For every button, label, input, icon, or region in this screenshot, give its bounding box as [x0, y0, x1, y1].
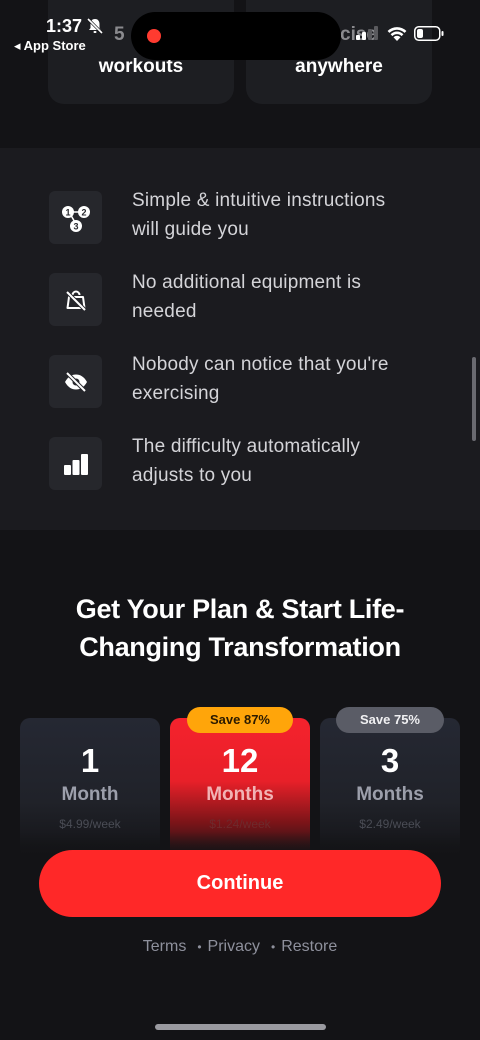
plan-title-line: Get Your Plan & Start Life- — [75, 594, 405, 624]
status-time: 1:37 — [46, 16, 83, 36]
feature-text-line: Simple & intuitive instructions — [132, 190, 386, 211]
back-to-app-store-link[interactable]: ◂ App Store — [14, 38, 86, 54]
feature-text: No additional equipment is needed — [132, 268, 432, 326]
features-section: 1 2 3 Simple & intuitive instructions wi… — [0, 148, 480, 530]
feature-text-line: needed — [132, 301, 197, 322]
feature-text-line: No additional equipment is — [132, 272, 362, 293]
svg-text:1: 1 — [65, 207, 70, 217]
link-separator: • — [270, 940, 276, 954]
svg-text:3: 3 — [73, 221, 78, 231]
scrollbar[interactable] — [472, 357, 476, 441]
feature-item-unnoticeable: Nobody can notice that you're exercising — [0, 350, 480, 420]
plan-price: $1.24/week — [209, 817, 271, 831]
feature-text: Simple & intuitive instructions will gui… — [132, 186, 432, 244]
feature-icon-box — [49, 437, 102, 490]
feature-icon-box: 1 2 3 — [49, 191, 102, 244]
plan-number: 1 — [80, 742, 100, 779]
feature-text-line: will guide you — [132, 219, 249, 240]
cellular-signal-icon — [356, 26, 378, 40]
feature-item-difficulty: The difficulty automatically adjusts to … — [0, 432, 480, 502]
save-badge-75: Save 75% — [336, 707, 444, 733]
plan-price: $2.49/week — [359, 817, 421, 831]
bar-chart-icon — [63, 453, 88, 475]
privacy-link[interactable]: Privacy — [208, 938, 260, 955]
battery-icon — [414, 26, 444, 41]
numbered-steps-icon: 1 2 3 — [61, 205, 90, 232]
footer-links: Terms • Privacy • Restore — [0, 938, 480, 956]
svg-text:2: 2 — [81, 207, 86, 217]
feature-text-line: The difficulty automatically — [132, 436, 361, 457]
feature-text: Nobody can notice that you're exercising — [132, 350, 432, 408]
feature-item-equipment: No additional equipment is needed — [0, 268, 480, 338]
plan-unit: Months — [206, 784, 274, 805]
plan-unit: Month — [61, 784, 119, 805]
restore-link[interactable]: Restore — [281, 938, 337, 955]
continue-button[interactable]: Continue — [39, 850, 441, 917]
recording-dot-icon — [147, 29, 161, 43]
status-peek-left-text: 5 — [114, 24, 125, 45]
bell-muted-icon — [86, 17, 104, 35]
plan-number: 3 — [380, 742, 400, 779]
feature-item-instructions: 1 2 3 Simple & intuitive instructions wi… — [0, 186, 480, 256]
eye-off-icon — [64, 371, 87, 392]
wifi-icon — [387, 27, 407, 41]
feature-text-line: exercising — [132, 383, 220, 404]
plan-title: Get Your Plan & Start Life- Changing Tra… — [0, 590, 480, 666]
feature-icon-box — [49, 355, 102, 408]
terms-link[interactable]: Terms — [143, 938, 187, 955]
plan-title-line: Changing Transformation — [79, 632, 401, 662]
plan-price: $4.99/week — [59, 817, 121, 831]
link-separator: • — [197, 940, 202, 954]
feature-text: The difficulty automatically adjusts to … — [132, 432, 432, 490]
plan-unit: Months — [356, 784, 424, 805]
save-badge-87: Save 87% — [187, 707, 293, 733]
dynamic-island — [131, 12, 341, 60]
feature-icon-box — [49, 273, 102, 326]
feature-text-line: Nobody can notice that you're — [132, 354, 389, 375]
feature-text-line: adjusts to you — [132, 465, 253, 486]
home-indicator[interactable] — [155, 1024, 326, 1030]
status-bar: 5 cise 1:37 ◂ App Store — [0, 0, 480, 60]
plan-number: 12 — [221, 742, 259, 779]
no-weight-icon — [65, 290, 86, 311]
